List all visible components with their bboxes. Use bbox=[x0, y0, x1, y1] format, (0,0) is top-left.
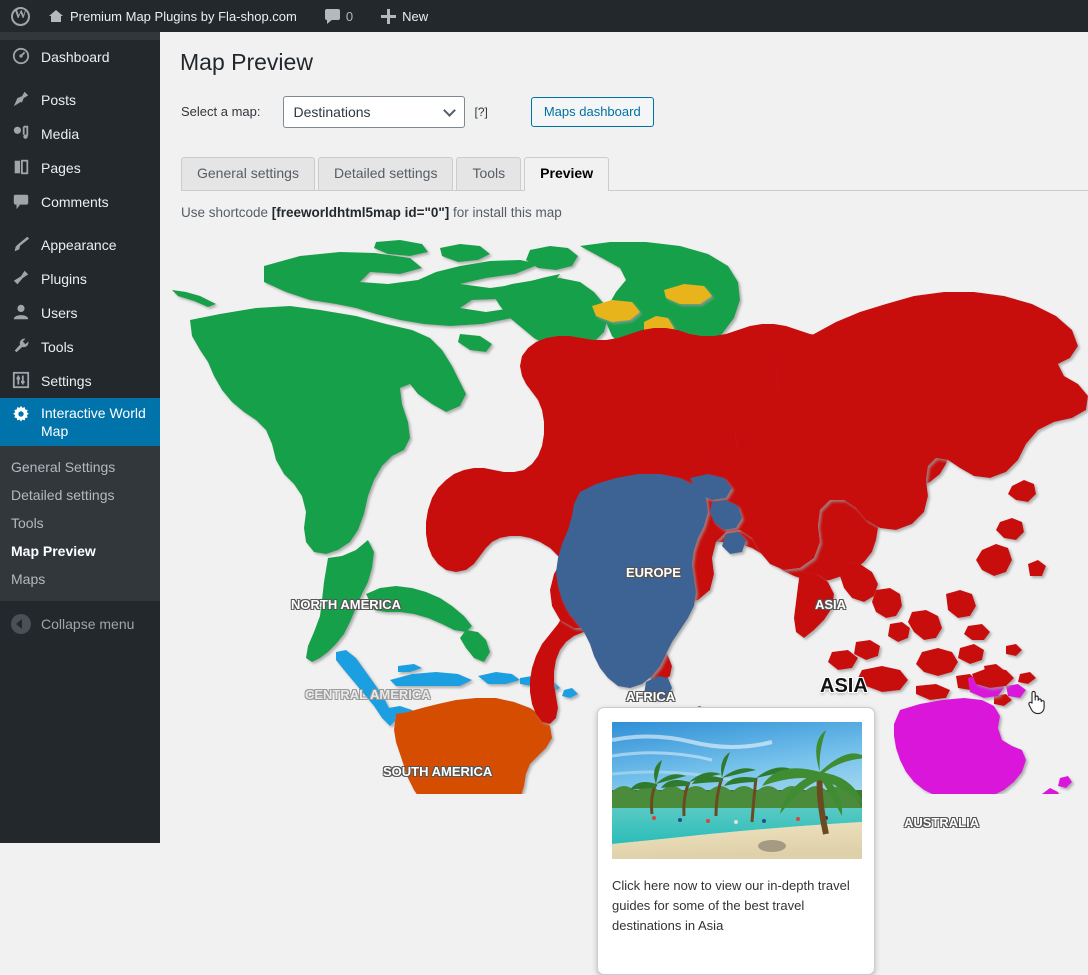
new-content-button[interactable]: New bbox=[373, 0, 436, 32]
sidebar-item-label: Posts bbox=[41, 91, 76, 109]
pin-icon bbox=[11, 90, 31, 110]
sidebar-item-pages[interactable]: Pages bbox=[0, 151, 160, 185]
region-label-australia: AUSTRALIA bbox=[904, 815, 979, 830]
sidebar-item-appearance[interactable]: Appearance bbox=[0, 228, 160, 262]
map-region-popup[interactable]: Click here now to view our in-depth trav… bbox=[597, 707, 875, 975]
sidebar-top-spacer bbox=[0, 32, 160, 40]
tab-preview[interactable]: Preview bbox=[524, 157, 609, 190]
admin-bar: Premium Map Plugins by Fla-shop.com 0 Ne… bbox=[0, 0, 1088, 32]
user-icon bbox=[11, 303, 31, 323]
collapse-menu-button[interactable]: Collapse menu bbox=[0, 605, 160, 643]
comment-bubble-icon bbox=[11, 192, 31, 212]
tab-detailed-settings[interactable]: Detailed settings bbox=[318, 157, 454, 190]
sidebar-item-label: Users bbox=[41, 304, 78, 322]
sidebar-item-label: Settings bbox=[41, 372, 92, 390]
media-icon bbox=[11, 124, 31, 144]
site-name-button[interactable]: Premium Map Plugins by Fla-shop.com bbox=[40, 0, 305, 32]
map-selector-row: Select a map: Destinations [?] Maps dash… bbox=[160, 78, 1088, 128]
sidebar-item-label: Interactive World Map bbox=[41, 404, 149, 440]
sidebar-item-plugins[interactable]: Plugins bbox=[0, 262, 160, 296]
pointing-hand-cursor bbox=[1026, 689, 1046, 715]
help-link[interactable]: [?] bbox=[475, 105, 488, 119]
map-region-africa[interactable] bbox=[556, 474, 746, 724]
sidebar-item-tools[interactable]: Tools bbox=[0, 330, 160, 364]
sidebar-item-media[interactable]: Media bbox=[0, 117, 160, 151]
plus-icon bbox=[381, 9, 396, 24]
wrench-icon bbox=[11, 337, 31, 357]
main-content: Map Preview Select a map: Destinations [… bbox=[160, 32, 1088, 843]
map-select-wrapper: Destinations bbox=[283, 96, 465, 128]
select-map-label: Select a map: bbox=[181, 104, 261, 119]
submenu-item-tools[interactable]: Tools bbox=[0, 509, 160, 537]
sidebar-item-label: Media bbox=[41, 125, 79, 143]
page-title: Map Preview bbox=[160, 32, 1088, 78]
popup-text: Click here now to view our in-depth trav… bbox=[612, 876, 860, 936]
comment-bubble-icon bbox=[325, 9, 340, 23]
home-icon bbox=[48, 8, 64, 24]
sidebar-item-label: Comments bbox=[41, 193, 109, 211]
map-preview-area[interactable]: NORTH AMERICA CENTRAL AMERICA SOUTH AMER… bbox=[160, 234, 1088, 814]
submenu-item-general-settings[interactable]: General Settings bbox=[0, 453, 160, 481]
sidebar-item-comments[interactable]: Comments bbox=[0, 185, 160, 219]
tab-general-settings[interactable]: General settings bbox=[181, 157, 315, 190]
sidebar-item-label: Pages bbox=[41, 159, 81, 177]
sidebar-item-label: Dashboard bbox=[41, 48, 110, 66]
maps-dashboard-button[interactable]: Maps dashboard bbox=[531, 97, 654, 127]
tab-bar: General settings Detailed settings Tools… bbox=[181, 157, 1088, 191]
shortcode-hint: Use shortcode [freeworldhtml5map id="0"]… bbox=[160, 191, 1088, 220]
wordpress-logo-button[interactable] bbox=[0, 0, 40, 32]
sidebar-submenu: General Settings Detailed settings Tools… bbox=[0, 446, 160, 601]
sidebar-item-label: Tools bbox=[41, 338, 74, 356]
sliders-icon bbox=[11, 371, 31, 391]
sidebar-item-settings[interactable]: Settings bbox=[0, 364, 160, 398]
submenu-item-detailed-settings[interactable]: Detailed settings bbox=[0, 481, 160, 509]
new-label: New bbox=[402, 9, 428, 24]
tab-tools[interactable]: Tools bbox=[456, 157, 521, 190]
submenu-item-maps[interactable]: Maps bbox=[0, 565, 160, 593]
collapse-menu-label: Collapse menu bbox=[41, 616, 134, 632]
sidebar-item-dashboard[interactable]: Dashboard bbox=[0, 40, 160, 74]
sidebar-item-label: Appearance bbox=[41, 236, 117, 254]
gear-icon bbox=[11, 405, 31, 425]
dashboard-gauge-icon bbox=[11, 47, 31, 67]
map-region-south-america[interactable] bbox=[394, 698, 552, 794]
wordpress-logo-icon bbox=[11, 7, 30, 26]
shortcode-prefix: Use shortcode bbox=[181, 205, 272, 220]
comments-button[interactable]: 0 bbox=[317, 0, 361, 32]
comments-count: 0 bbox=[346, 9, 353, 24]
beach-palm-trees-photo bbox=[612, 722, 862, 859]
sidebar-item-label: Plugins bbox=[41, 270, 87, 288]
site-title: Premium Map Plugins by Fla-shop.com bbox=[70, 9, 297, 24]
sidebar-item-interactive-world-map[interactable]: Interactive World Map bbox=[0, 398, 160, 446]
map-select[interactable]: Destinations bbox=[283, 96, 465, 128]
submenu-item-map-preview[interactable]: Map Preview bbox=[0, 537, 160, 565]
sidebar-item-users[interactable]: Users bbox=[0, 296, 160, 330]
shortcode-code: [freeworldhtml5map id="0"] bbox=[272, 205, 449, 220]
page-icon bbox=[11, 158, 31, 178]
collapse-arrow-icon bbox=[11, 614, 31, 634]
sidebar-item-posts[interactable]: Posts bbox=[0, 83, 160, 117]
plug-icon bbox=[11, 269, 31, 289]
tab-underline bbox=[181, 190, 1088, 191]
paintbrush-icon bbox=[11, 235, 31, 255]
admin-sidebar: Dashboard Posts Media Pages Comments App… bbox=[0, 32, 160, 843]
shortcode-suffix: for install this map bbox=[449, 205, 562, 220]
